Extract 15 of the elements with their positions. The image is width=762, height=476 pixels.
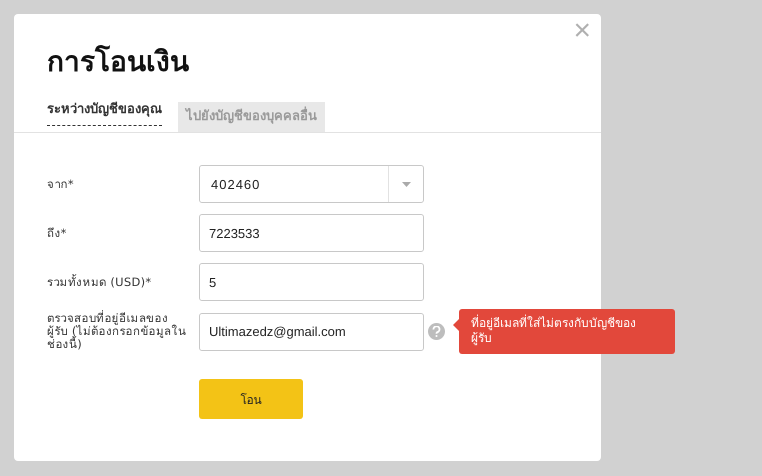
error-tooltip: ที่อยู่อีเมลที่ใส่ไม่ตรงกับบัญชีของผู้รับ (459, 309, 675, 354)
account-select[interactable]: 402460 (199, 165, 424, 203)
input-field[interactable]: Ultimazedz@gmail.com (199, 312, 424, 350)
help-icon[interactable] (428, 323, 445, 340)
tab[interactable]: ระหว่างบัญชีของคุณ (47, 101, 162, 126)
field-label: ตรวจสอบที่อยู่อีเมลของผู้รับ (ไม่ต้องกรอกข้อมูลในช่องนี้) (47, 312, 187, 351)
dialog-title: การโอนเงิน (47, 44, 189, 80)
field-label: ถึง* (47, 226, 68, 240)
input-field[interactable]: 5 (199, 263, 424, 301)
caret-icon (402, 182, 410, 186)
tooltip-pointer-icon (453, 319, 459, 331)
input-field[interactable]: 7223533 (199, 214, 424, 252)
field-label: รวมทั้งหมด (USD)* (47, 276, 152, 288)
transfer-button[interactable]: โอน (199, 379, 303, 419)
field-label: จาก* (47, 178, 75, 190)
